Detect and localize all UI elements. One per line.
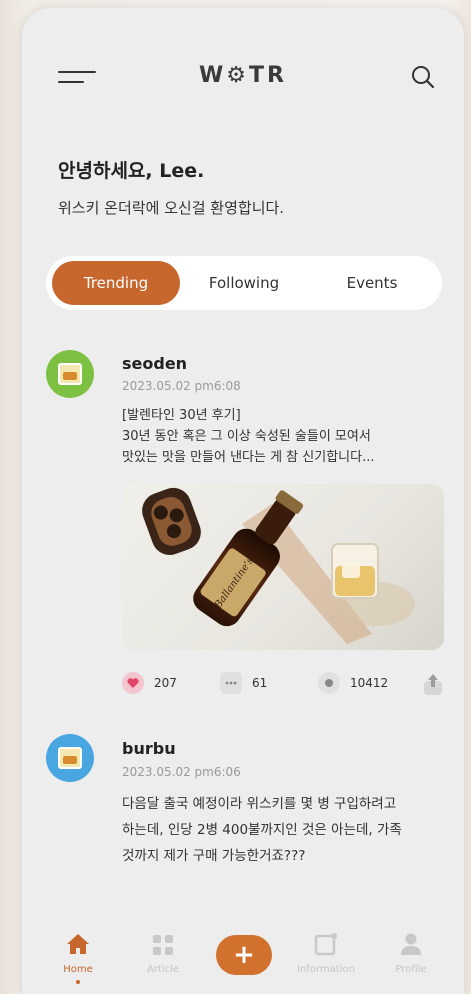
grid-icon <box>153 935 173 955</box>
post-stats: 207 61 10412 <box>122 672 444 700</box>
post-username[interactable]: burbu <box>122 739 176 758</box>
post-username[interactable]: seoden <box>122 354 187 373</box>
comment-count: 61 <box>252 676 268 690</box>
view-stat: 10412 <box>318 672 388 694</box>
whisky-glass-icon <box>58 747 82 769</box>
post-body-line: 하는데, 인당 2병 400불까지인 것은 아는데, 가족 <box>122 822 402 838</box>
nav-label: Article <box>146 964 180 975</box>
post-body-line: 맛있는 맛을 만들어 낸다는 게 참 신기합니다... <box>122 450 375 465</box>
post-time: 2023.05.02 pm6:06 <box>122 765 241 779</box>
nav-article[interactable]: Article <box>123 926 203 975</box>
heart-icon[interactable] <box>122 672 144 694</box>
tab-trending[interactable]: Trending <box>52 261 180 305</box>
post-body-line: 것까지 제가 구매 가능한거죠??? <box>122 848 306 864</box>
app-logo: W⚙TR <box>199 63 287 88</box>
comment-stat[interactable]: 61 <box>220 672 267 694</box>
greeting-subtitle: 위스키 온더락에 오신걸 환영합니다. <box>58 199 285 217</box>
post-time: 2023.05.02 pm6:08 <box>122 379 241 393</box>
eye-icon <box>318 672 340 694</box>
person-icon <box>401 933 421 955</box>
like-count: 207 <box>154 676 177 690</box>
search-icon[interactable] <box>410 64 436 90</box>
app-screen: W⚙TR 안녕하세요, Lee. 위스키 온더락에 오신걸 환영합니다. Tre… <box>22 8 464 994</box>
avatar[interactable] <box>46 734 94 782</box>
post-body[interactable]: 다음달 출국 예정이라 위스키를 몇 병 구입하려고 하는데, 인당 2병 40… <box>122 791 452 869</box>
tab-following[interactable]: Following <box>180 261 308 305</box>
post-body-line: 30년 동안 혹은 그 이상 숙성된 술들이 모여서 <box>122 429 371 444</box>
bottom-nav: Home Article + Information Profile <box>22 926 464 994</box>
tab-events[interactable]: Events <box>308 261 436 305</box>
home-icon <box>67 934 89 954</box>
nav-home[interactable]: Home <box>38 926 118 984</box>
like-stat[interactable]: 207 <box>122 672 177 694</box>
share-icon[interactable] <box>422 672 444 696</box>
nav-label: Home <box>63 964 93 975</box>
active-indicator <box>76 980 80 984</box>
feed-tabs: Trending Following Events <box>46 256 442 310</box>
post-body-line: 다음달 출국 예정이라 위스키를 몇 병 구입하려고 <box>122 796 397 812</box>
post-image[interactable]: Ballantine's <box>122 484 444 650</box>
whisky-bottle-photo: Ballantine's <box>142 487 415 644</box>
comment-icon[interactable] <box>220 672 242 694</box>
post-body-line: [발렌타인 30년 후기] <box>122 408 241 423</box>
whisky-glass-icon <box>58 363 82 385</box>
post-body[interactable]: [발렌타인 30년 후기] 30년 동안 혹은 그 이상 숙성된 술들이 모여서… <box>122 405 452 468</box>
plus-icon: + <box>233 940 255 970</box>
nav-label: Profile <box>395 964 427 975</box>
add-post-button[interactable]: + <box>216 935 272 975</box>
greeting-title: 안녕하세요, Lee. <box>58 160 205 182</box>
nav-profile[interactable]: Profile <box>371 926 451 975</box>
greeting: 안녕하세요, Lee. 위스키 온더락에 오신걸 환영합니다. <box>58 156 284 218</box>
info-card-icon <box>314 933 337 956</box>
avatar[interactable] <box>46 350 94 398</box>
view-count: 10412 <box>350 676 389 690</box>
top-bar: W⚙TR <box>22 58 464 98</box>
nav-label: Information <box>297 964 355 975</box>
nav-information[interactable]: Information <box>286 926 366 975</box>
